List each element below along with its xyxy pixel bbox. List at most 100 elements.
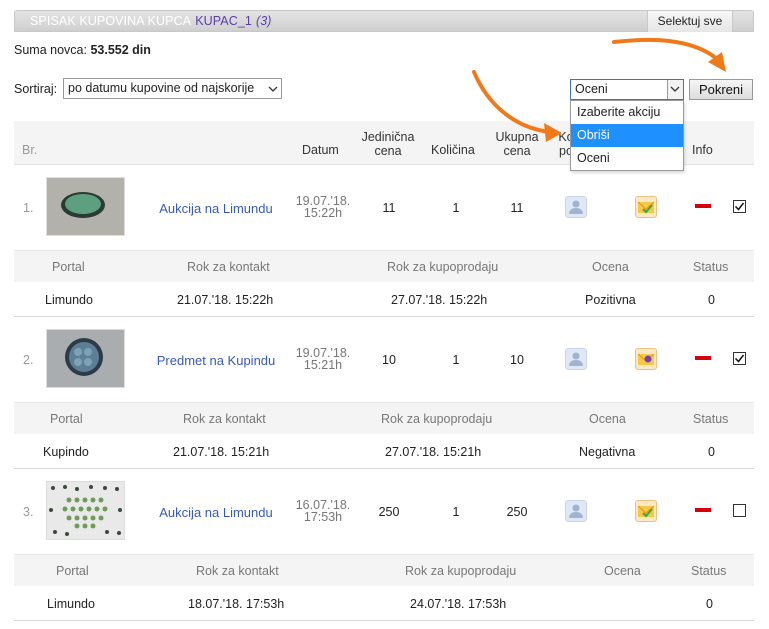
sum-value: 53.552 din (90, 43, 151, 57)
contact-icon[interactable] (565, 500, 587, 522)
run-button[interactable]: Pokreni (689, 79, 753, 100)
sub-col-portal: Portal (56, 564, 89, 578)
col-br: Br. (22, 143, 38, 157)
sale-deadline-value: 27.07.'18. 15:21h (385, 445, 482, 459)
quantity: 1 (452, 505, 460, 519)
item-title-link[interactable]: Predmet na Kupindu (146, 353, 286, 368)
row-number: 3. (23, 505, 34, 519)
row-number: 1. (23, 201, 34, 215)
col-unit-price-line2: cena (374, 144, 402, 158)
action-option-delete[interactable]: Obriši (571, 124, 683, 147)
select-all-button[interactable]: Selektuj sve (647, 11, 733, 32)
purchases-header: SPISAK KUPOVINA KUPCA KUPAC_1 (3) Selektuj… (14, 10, 754, 32)
purchase-date: 19.07.'18. 15:22h (288, 195, 358, 220)
remove-icon[interactable] (695, 204, 711, 208)
annotation-arrow-run (612, 37, 726, 72)
sub-col-status: Status (691, 564, 727, 578)
status-value: 0 (706, 597, 713, 611)
user-icon (569, 504, 583, 518)
sort-select[interactable]: po datumu kupovine od najskorije (63, 78, 282, 99)
row-checkbox[interactable] (733, 352, 746, 365)
action-select-toggle[interactable] (667, 80, 683, 99)
sub-col-rating: Ocena (592, 260, 629, 274)
contact-deadline-value: 21.07.'18. 15:21h (173, 445, 270, 459)
check-icon (734, 202, 745, 211)
details-header: Portal Rok za kontakt Rok za kupoprodaju… (14, 402, 754, 434)
purchase-date-time: 15:21h (303, 358, 343, 372)
row-checkbox[interactable] (733, 504, 746, 517)
sub-col-portal: Portal (50, 412, 83, 426)
item-thumbnail[interactable] (46, 177, 125, 236)
contact-icon[interactable] (565, 196, 587, 218)
sub-col-contact-deadline: Rok za kontakt (183, 412, 266, 426)
table-row: 2. Predmet na Kupindu 19.07.'18. 15:21h … (14, 318, 754, 402)
rating-mail-icon[interactable] (635, 196, 657, 218)
details-row: Limundo 18.07.'18. 17:53h 24.07.'18. 17:… (14, 587, 754, 621)
sum-label: Suma novca: (14, 43, 87, 57)
check-icon (734, 354, 745, 363)
row-number: 2. (23, 353, 34, 367)
purchase-count: (3) (255, 14, 272, 28)
sub-col-rating: Ocena (604, 564, 641, 578)
sort-value: po datumu kupovine od najskorije (68, 81, 255, 95)
details-row: Limundo 21.07.'18. 15:22h 27.07.'18. 15:… (14, 283, 754, 317)
rating-value: Pozitivna (585, 293, 636, 307)
unit-price: 11 (382, 201, 396, 215)
purchase-date: 19.07.'18. 15:21h (288, 347, 358, 372)
sub-col-rating: Ocena (589, 412, 626, 426)
item-title-link[interactable]: Aukcija na Limundu (146, 505, 286, 520)
rating-mail-icon[interactable] (635, 500, 657, 522)
portal-value: Kupindo (43, 445, 89, 459)
page-title: SPISAK KUPOVINA KUPCA KUPAC_1 (3) (30, 14, 272, 28)
action-option-choose[interactable]: Izaberite akciju (571, 101, 683, 124)
item-thumbnail[interactable] (46, 329, 125, 388)
table-row: 1. Aukcija na Limundu 19.07.'18. 15:22h … (14, 166, 754, 250)
col-unit-price: Jedinična cena (360, 130, 416, 158)
product-image (47, 330, 124, 387)
money-sum: Suma novca: 53.552 din (14, 43, 151, 57)
action-option-rate[interactable]: Oceni (571, 147, 683, 170)
remove-icon[interactable] (695, 356, 711, 360)
annotation-arrow-dropdown (472, 70, 562, 142)
chevron-down-icon (268, 86, 278, 92)
product-image (47, 482, 124, 539)
action-select[interactable]: Oceni (570, 79, 684, 100)
total-price: 10 (510, 353, 524, 367)
sub-col-status: Status (693, 260, 729, 274)
quantity: 1 (452, 201, 460, 215)
contact-deadline-value: 21.07.'18. 15:22h (177, 293, 274, 307)
sub-col-contact-deadline: Rok za kontakt (196, 564, 279, 578)
sub-col-sale-deadline: Rok za kupoprodaju (387, 260, 499, 274)
total-price: 250 (506, 505, 528, 519)
envelope-icon (637, 505, 655, 518)
sub-col-sale-deadline: Rok za kupoprodaju (405, 564, 517, 578)
status-value: 0 (708, 293, 715, 307)
unit-price: 10 (382, 353, 396, 367)
contact-deadline-value: 18.07.'18. 17:53h (188, 597, 285, 611)
portal-value: Limundo (47, 597, 95, 611)
action-dropdown-list: Izaberite akciju Obriši Oceni (570, 100, 684, 171)
item-title-link[interactable]: Aukcija na Limundu (146, 201, 286, 216)
user-icon (569, 200, 583, 214)
rating-value: Negativna (579, 445, 636, 459)
table-row: 3. Aukcija na Limundu 16.07.'18. 17:53h … (14, 470, 754, 554)
buyer-name: KUPAC_1 (195, 14, 252, 28)
unit-price: 250 (378, 505, 400, 519)
quantity: 1 (452, 353, 460, 367)
envelope-icon (637, 201, 655, 214)
remove-icon[interactable] (695, 508, 711, 512)
details-header: Portal Rok za kontakt Rok za kupoprodaju… (14, 250, 754, 282)
row-checkbox[interactable] (733, 200, 746, 213)
sale-deadline-value: 27.07.'18. 15:22h (391, 293, 488, 307)
item-thumbnail[interactable] (46, 481, 125, 540)
contact-icon[interactable] (565, 348, 587, 370)
col-total-line2: cena (503, 144, 531, 158)
details-row: Kupindo 21.07.'18. 15:21h 27.07.'18. 15:… (14, 435, 754, 469)
user-icon (569, 352, 583, 366)
sale-deadline-value: 24.07.'18. 17:53h (410, 597, 507, 611)
purchase-date-time: 15:22h (303, 206, 343, 220)
chevron-down-icon (670, 86, 680, 92)
col-date: Datum (302, 143, 339, 157)
sub-col-status: Status (693, 412, 729, 426)
rating-mail-icon[interactable] (635, 348, 657, 370)
